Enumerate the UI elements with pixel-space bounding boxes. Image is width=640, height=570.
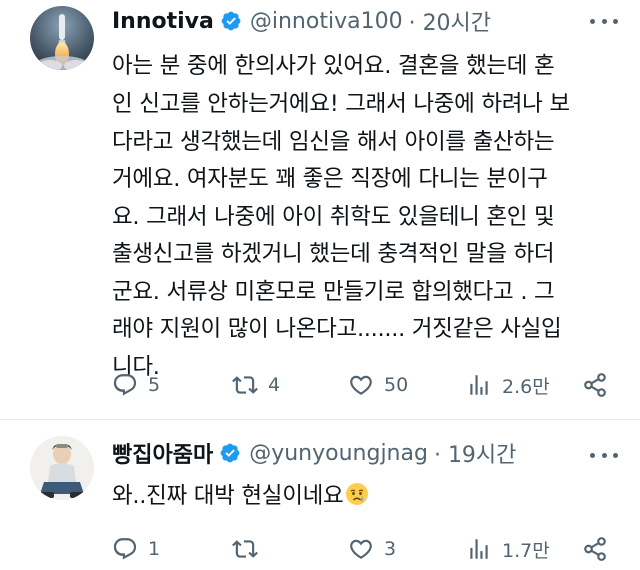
view-count: 1.7만 [502,539,550,562]
view-count: 2.6만 [502,375,550,398]
views-button[interactable]: 1.7만 [466,534,550,564]
reply-button[interactable]: 1 [112,534,160,564]
tweet-1-header: Innotiva @innotiva100 · 20시간 [112,5,491,37]
retweet-icon [232,540,258,558]
retweet-button[interactable] [232,534,268,564]
tweet-1[interactable]: Innotiva @innotiva100 · 20시간 아는 분 중에 한의사… [0,0,640,420]
retweet-button[interactable]: 4 [232,370,280,400]
reply-button[interactable]: 5 [112,370,160,400]
rocket-avatar-image [30,6,94,70]
reply-icon [113,538,137,560]
tweet-2[interactable]: 빵집아줌마 @yunyoungjnag · 19시간 와..진짜 대박 현실이네… [0,420,640,570]
more-icon[interactable] [590,10,618,32]
verified-badge-icon [220,443,240,463]
views-button[interactable]: 2.6만 [466,370,550,400]
like-icon [350,375,372,395]
like-count: 3 [384,538,397,560]
tweet-2-header: 빵집아줌마 @yunyoungjnag · 19시간 [112,437,516,469]
tweet-1-actions: 5 4 50 2.6만 [112,370,622,400]
crying-face-emoji [346,483,369,505]
timestamp[interactable]: · 20시간 [409,5,491,37]
views-icon [470,539,488,559]
verified-badge-icon [221,11,241,31]
share-icon [584,373,606,397]
retweet-icon [232,376,258,394]
avatar-yunyoung[interactable] [30,436,94,500]
share-button[interactable] [582,534,608,564]
like-button[interactable]: 3 [348,534,396,564]
more-icon[interactable] [590,444,618,466]
body-line: 출생신고를 하겠거니 했는데 충격적인 말을 하더 [112,241,555,267]
body-line: 인 신고를 안하는거에요! 그래서 나중에 하려나 보 [112,91,570,117]
display-name[interactable]: Innotiva [112,9,214,34]
reply-icon [113,374,137,396]
body-line: 아는 분 중에 한의사가 있어요. 결혼을 했는데 혼 [112,53,555,79]
share-button[interactable] [582,370,608,400]
views-icon [470,375,488,395]
tweet-2-body: 와..진짜 대박 현실이네요 [112,478,369,510]
reply-count: 1 [148,538,161,560]
body-text: 와..진짜 대박 현실이네요 [112,483,344,509]
display-name[interactable]: 빵집아줌마 [112,437,213,469]
handle[interactable]: @yunyoungjnag [249,441,428,466]
person-avatar-image [30,436,94,500]
like-icon [350,539,372,559]
timestamp[interactable]: · 19시간 [434,437,516,469]
body-line: 래야 지원이 많이 나온다고....... 거짓같은 사실입 [112,316,562,342]
body-line: 다라고 생각했는데 임신을 해서 아이를 출산하는 [112,129,555,155]
like-button[interactable]: 50 [348,370,408,400]
retweet-count: 4 [268,374,281,396]
share-icon [584,537,606,561]
body-line: 거에요. 여자분도 꽤 좋은 직장에 다니는 분이구 [112,166,548,192]
handle[interactable]: @innotiva100 [250,9,403,34]
avatar-innotiva[interactable] [30,6,94,70]
body-line: 군요. 서류상 미혼모로 만들기로 합의했다고 . 그 [112,279,555,305]
body-line: 요. 그래서 나중에 아이 취학도 있을테니 혼인 및 [112,204,555,230]
tweet-2-actions: 1 3 1.7만 [112,534,622,564]
like-count: 50 [384,374,409,396]
reply-count: 5 [148,374,161,396]
